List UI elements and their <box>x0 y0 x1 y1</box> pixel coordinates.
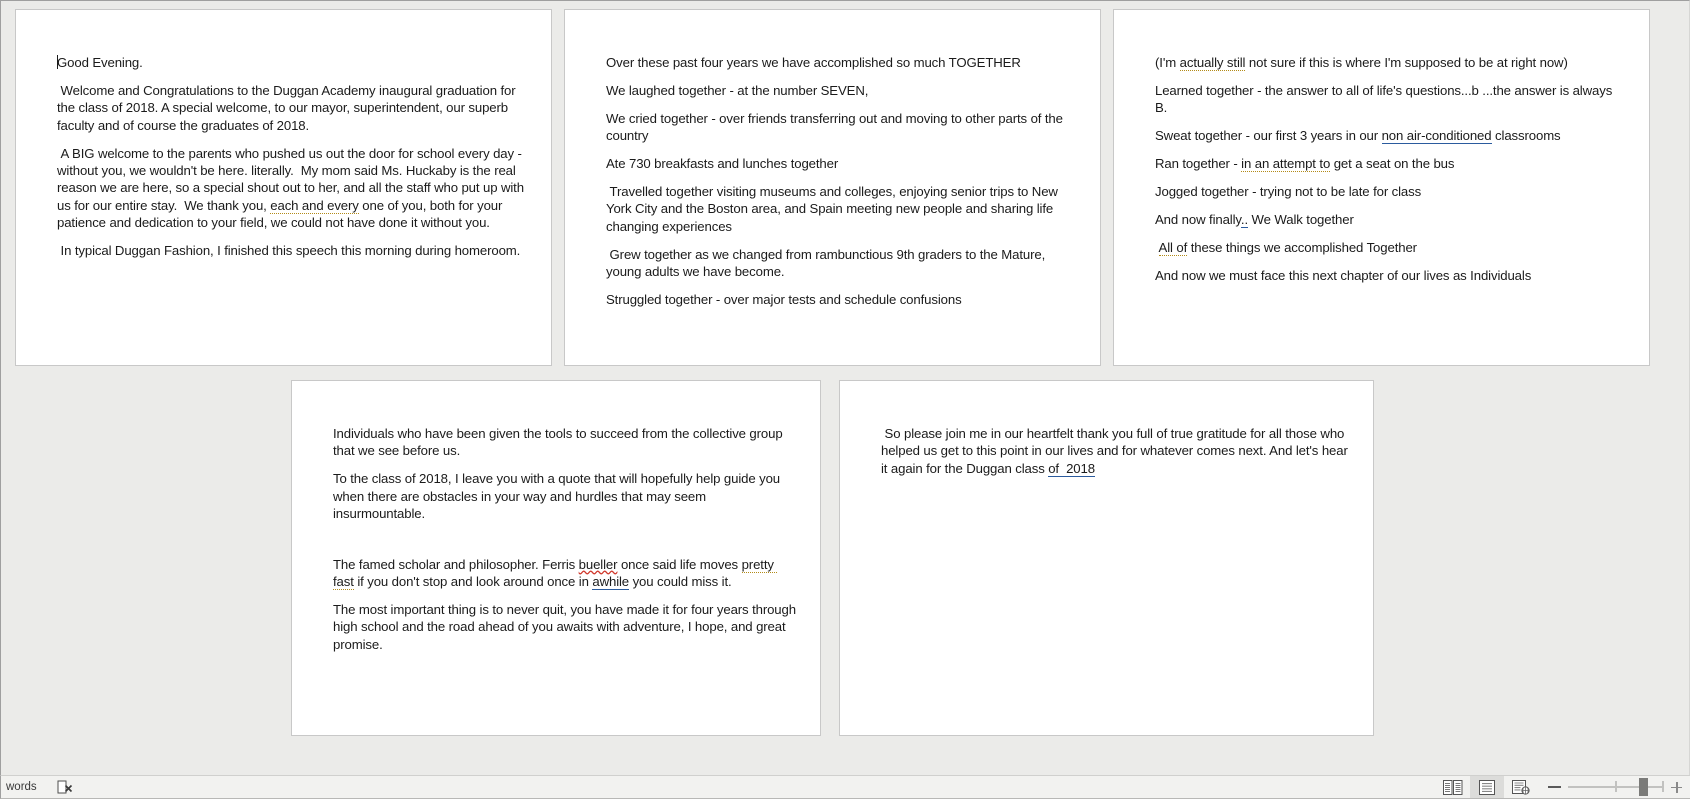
view-button-web-layout[interactable] <box>1504 776 1538 798</box>
grammar-underline[interactable]: All of <box>1158 239 1187 256</box>
status-bar: words <box>0 775 1690 799</box>
word-count[interactable]: words <box>3 776 40 798</box>
paragraph[interactable]: Grew together as we changed from rambunc… <box>606 246 1078 281</box>
paragraph[interactable]: Travelled together visiting museums and … <box>606 183 1078 235</box>
zoom-control[interactable] <box>1538 776 1690 798</box>
paragraph[interactable]: Struggled together - over major tests an… <box>606 291 1078 308</box>
style-underline[interactable]: of 2018 <box>1048 460 1095 477</box>
paragraph[interactable]: So please join me in our heartfelt thank… <box>881 425 1351 477</box>
paragraph-text: Good Evening. <box>57 55 143 70</box>
grammar-underline[interactable]: actually still <box>1179 55 1245 71</box>
zoom-out-button[interactable] <box>1548 786 1561 788</box>
paragraph[interactable]: Individuals who have been given the tool… <box>333 425 798 460</box>
style-underline[interactable]: awhile <box>592 573 629 590</box>
paragraph[interactable]: In typical Duggan Fashion, I finished th… <box>57 242 529 259</box>
style-underline[interactable]: .. <box>1240 211 1248 228</box>
paragraph[interactable]: All of these things we accomplished Toge… <box>1155 239 1627 256</box>
paragraph[interactable]: Learned together - the answer to all of … <box>1155 82 1627 117</box>
document-page-1[interactable]: Good Evening. Welcome and Congratulation… <box>15 9 552 366</box>
grammar-underline[interactable]: pretty fast <box>333 556 778 590</box>
paragraph[interactable]: Jogged together - trying not to be late … <box>1155 183 1627 200</box>
paragraph[interactable]: To the class of 2018, I leave you with a… <box>333 470 798 522</box>
style-underline[interactable]: non air-conditioned <box>1381 128 1492 145</box>
document-page-4[interactable]: Individuals who have been given the tool… <box>291 380 821 736</box>
grammar-underline[interactable]: in an attempt to <box>1241 156 1330 173</box>
paragraph[interactable]: We laughed together - at the number SEVE… <box>606 82 1078 99</box>
document-page-5[interactable]: So please join me in our heartfelt thank… <box>839 380 1374 736</box>
spelling-underline[interactable]: bueller <box>579 557 618 572</box>
paragraph[interactable]: (I'm actually still not sure if this is … <box>1155 54 1627 71</box>
zoom-slider[interactable] <box>1568 776 1664 798</box>
paragraph[interactable]: The famed scholar and philosopher. Ferri… <box>333 556 798 591</box>
word-processor-window: Good Evening. Welcome and Congratulation… <box>0 0 1690 799</box>
paragraph[interactable]: Sweat together - our first 3 years in ou… <box>1155 127 1627 145</box>
grammar-underline[interactable]: each and every <box>270 197 359 214</box>
paragraph[interactable]: Over these past four years we have accom… <box>606 54 1078 71</box>
status-bar-right <box>1436 776 1690 798</box>
paragraph[interactable]: Ate 730 breakfasts and lunches together <box>606 155 1078 172</box>
document-page-3[interactable]: (I'm actually still not sure if this is … <box>1113 9 1650 366</box>
paragraph[interactable]: Welcome and Congratulations to the Dugga… <box>57 82 529 134</box>
view-button-read-mode[interactable] <box>1436 776 1470 798</box>
status-bar-left: words <box>1 776 76 798</box>
paragraph[interactable]: And now finally.. We Walk together <box>1155 211 1627 228</box>
proofing-errors-icon[interactable] <box>54 776 76 798</box>
view-button-print-layout[interactable] <box>1470 776 1504 798</box>
document-page-2[interactable]: Over these past four years we have accom… <box>564 9 1101 366</box>
paragraph[interactable]: Ran together - in an attempt to get a se… <box>1155 155 1627 173</box>
paragraph[interactable]: We cried together - over friends transfe… <box>606 110 1078 145</box>
zoom-in-button[interactable] <box>1671 781 1682 793</box>
zoom-slider-tick <box>1662 781 1664 792</box>
document-canvas[interactable]: Good Evening. Welcome and Congratulation… <box>0 0 1690 775</box>
paragraph[interactable]: Good Evening. <box>57 54 529 71</box>
zoom-slider-tick <box>1615 781 1617 792</box>
paragraph[interactable]: A BIG welcome to the parents who pushed … <box>57 145 529 232</box>
zoom-slider-thumb[interactable] <box>1639 778 1648 796</box>
paragraph[interactable]: And now we must face this next chapter o… <box>1155 267 1627 284</box>
paragraph[interactable]: The most important thing is to never qui… <box>333 601 798 653</box>
